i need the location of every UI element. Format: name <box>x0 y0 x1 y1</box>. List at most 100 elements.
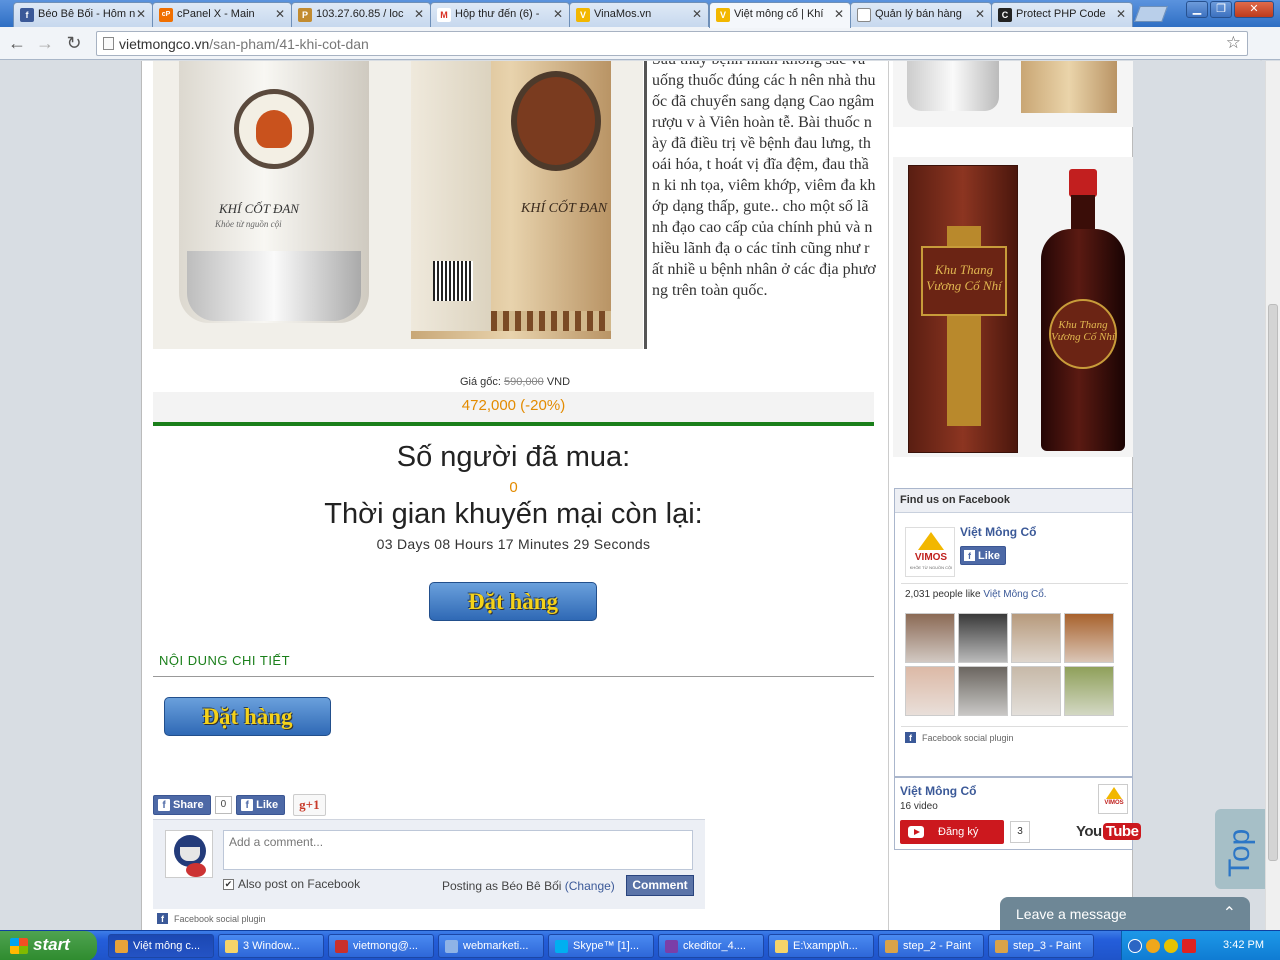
change-account-link[interactable]: (Change) <box>565 879 615 893</box>
gmail-favicon-icon: M <box>437 8 451 22</box>
tab-close-icon[interactable]: ✕ <box>275 7 285 21</box>
also-post-checkbox[interactable]: ✔ Also post on Facebook <box>223 877 360 891</box>
taskbar-item[interactable]: vietmong@... <box>328 934 434 958</box>
vimos-favicon-icon: V <box>716 8 730 22</box>
system-tray: 3:42 PM <box>1121 931 1280 960</box>
app-icon <box>665 940 678 953</box>
share-count: 0 <box>214 796 233 814</box>
youtube-channel-thumbnail[interactable]: VIMOS <box>1098 784 1128 814</box>
facebook-icon: f <box>158 799 170 811</box>
leave-message-widget[interactable]: Leave a message ⌃ <box>1000 897 1250 930</box>
checkbox-checked-icon[interactable]: ✔ <box>223 878 234 890</box>
tab-close-icon[interactable]: ✕ <box>136 7 146 21</box>
browser-tab[interactable]: f Béo Bê Bối - Hôm n ✕ <box>13 2 153 27</box>
jar-lid <box>187 251 361 321</box>
order-button-secondary[interactable]: Đặt hàng <box>164 697 331 736</box>
app-icon <box>335 940 348 953</box>
youtube-subscribe-button[interactable]: Đăng ký <box>900 820 1004 844</box>
google-plus-button[interactable]: g+1 <box>293 794 326 816</box>
facebook-fan-avatar[interactable] <box>1064 613 1114 663</box>
maximize-button[interactable]: ❐ <box>1210 1 1232 18</box>
back-arrow-icon[interactable]: ← <box>6 32 28 54</box>
facebook-like-box: Find us on Facebook VIMOS KHỎE TỪ NGUỒN … <box>894 488 1133 777</box>
browser-tab-active[interactable]: V Việt mông cổ | Khí ✕ <box>709 2 851 28</box>
main-content: KHÍ CỐT ĐAN Khỏe từ nguồn cội KHÍ CỐT ĐA… <box>142 61 888 930</box>
facebook-comments: Add a comment... ✔ Also post on Facebook… <box>153 819 705 909</box>
bookmark-star-icon[interactable]: ☆ <box>1226 33 1241 53</box>
facebook-plugin-credit[interactable]: f Facebook social plugin <box>905 732 1014 743</box>
youtube-channel-name[interactable]: Việt Mông Cổ <box>900 784 976 798</box>
facebook-like-button[interactable]: f Like <box>236 795 286 815</box>
address-bar[interactable]: vietmongco.vn/san-pham/41-khi-cot-dan ☆ <box>96 31 1248 56</box>
tab-title: Hộp thư đến (6) - <box>455 8 540 20</box>
warning-tray-icon[interactable] <box>1164 939 1178 953</box>
taskbar-item[interactable]: 3 Window... <box>218 934 324 958</box>
taskbar-item[interactable]: E:\xampp\h... <box>768 934 874 958</box>
tab-close-icon[interactable]: ✕ <box>834 7 844 21</box>
browser-tab[interactable]: M Hộp thư đến (6) - ✕ <box>430 2 570 27</box>
facebook-plugin-credit[interactable]: f Facebook social plugin <box>157 913 266 924</box>
tab-close-icon[interactable]: ✕ <box>414 7 424 21</box>
jar-slogan: Khỏe từ nguồn cội <box>215 219 282 229</box>
browser-tab[interactable]: Quản lý bán hàng ✕ <box>850 2 992 27</box>
tray-arrow-icon[interactable] <box>1128 939 1142 953</box>
page-container: KHÍ CỐT ĐAN Khỏe từ nguồn cội KHÍ CỐT ĐA… <box>141 61 1142 930</box>
start-button[interactable]: start <box>0 931 97 960</box>
box-seal-icon <box>511 71 601 171</box>
order-button[interactable]: Đặt hàng <box>429 582 597 621</box>
browser-tab[interactable]: cP cPanel X - Main ✕ <box>152 2 292 27</box>
taskbar-item-label: vietmong@... <box>353 940 418 952</box>
tab-close-icon[interactable]: ✕ <box>1116 7 1126 21</box>
sidebar-wine-image[interactable]: Khu Thang Vương Cổ Nhí Khu Thang Vương C… <box>893 157 1133 457</box>
browser-tab[interactable]: V VinaMos.vn ✕ <box>569 2 709 27</box>
app-icon <box>115 940 128 953</box>
page-scrollbar[interactable] <box>1265 61 1280 930</box>
taskbar-item[interactable]: step_2 - Paint <box>878 934 984 958</box>
clock[interactable]: 3:42 PM <box>1223 939 1264 951</box>
taskbar-item[interactable]: webmarketi... <box>438 934 544 958</box>
forward-arrow-icon[interactable]: → <box>34 32 56 54</box>
facebook-fan-avatar[interactable] <box>905 613 955 663</box>
new-tab-button[interactable] <box>1134 6 1168 22</box>
tab-close-icon[interactable]: ✕ <box>553 7 563 21</box>
facebook-fan-avatar[interactable] <box>1011 613 1061 663</box>
facebook-fan-avatar[interactable] <box>1011 666 1061 716</box>
reload-icon[interactable]: ↻ <box>63 32 85 54</box>
sidebar-product-image[interactable] <box>893 61 1133 127</box>
minimize-button[interactable]: ▁ <box>1186 1 1208 18</box>
tab-close-icon[interactable]: ✕ <box>975 7 985 21</box>
close-window-button[interactable]: ✕ <box>1234 1 1274 18</box>
vinamos-favicon-icon: V <box>576 8 590 22</box>
facebook-page-name[interactable]: Việt Mông Cổ <box>960 525 1036 539</box>
facebook-fan-avatar[interactable] <box>958 666 1008 716</box>
windows-logo-icon <box>10 938 28 954</box>
tab-title: cPanel X - Main <box>177 8 255 20</box>
chrome-tray-icon[interactable] <box>1146 939 1160 953</box>
taskbar-item-label: step_3 - Paint <box>1013 940 1081 952</box>
original-price-value: 590,000 <box>503 376 544 388</box>
scroll-to-top-button[interactable]: Top <box>1215 809 1265 889</box>
browser-tab[interactable]: P 103.27.60.85 / loc ✕ <box>291 2 431 27</box>
taskbar-item[interactable]: step_3 - Paint <box>988 934 1094 958</box>
price-divider <box>153 422 874 426</box>
taskbar-item[interactable]: ckeditor_4.... <box>658 934 764 958</box>
chevron-up-icon: ⌃ <box>1222 905 1236 922</box>
taskbar-item[interactable]: Skype™ [1]... <box>548 934 654 958</box>
facebook-page-like-button[interactable]: f Like <box>960 546 1007 565</box>
facebook-share-button[interactable]: f Share <box>153 795 211 815</box>
taskbar-item-label: ckeditor_4.... <box>683 940 746 952</box>
vimos-logo[interactable]: VIMOS KHỎE TỪ NGUỒN CỘI <box>905 527 955 577</box>
comment-input[interactable]: Add a comment... <box>223 830 693 870</box>
promo-countdown: 03 Days 08 Hours 17 Minutes 29 Seconds <box>376 536 651 552</box>
facebook-fan-avatar[interactable] <box>905 666 955 716</box>
facebook-fan-avatar[interactable] <box>958 613 1008 663</box>
scrollbar-thumb[interactable] <box>1268 304 1278 861</box>
tab-strip: f Béo Bê Bối - Hôm n ✕ cP cPanel X - Mai… <box>0 0 1280 28</box>
tab-close-icon[interactable]: ✕ <box>692 7 702 21</box>
antivirus-tray-icon[interactable] <box>1182 939 1196 953</box>
browser-tab[interactable]: C Protect PHP Code ✕ <box>991 2 1133 27</box>
comment-button[interactable]: Comment <box>626 875 694 896</box>
taskbar-item[interactable]: Việt mông c... <box>108 934 214 958</box>
app-icon <box>445 940 458 953</box>
facebook-fan-avatar[interactable] <box>1064 666 1114 716</box>
